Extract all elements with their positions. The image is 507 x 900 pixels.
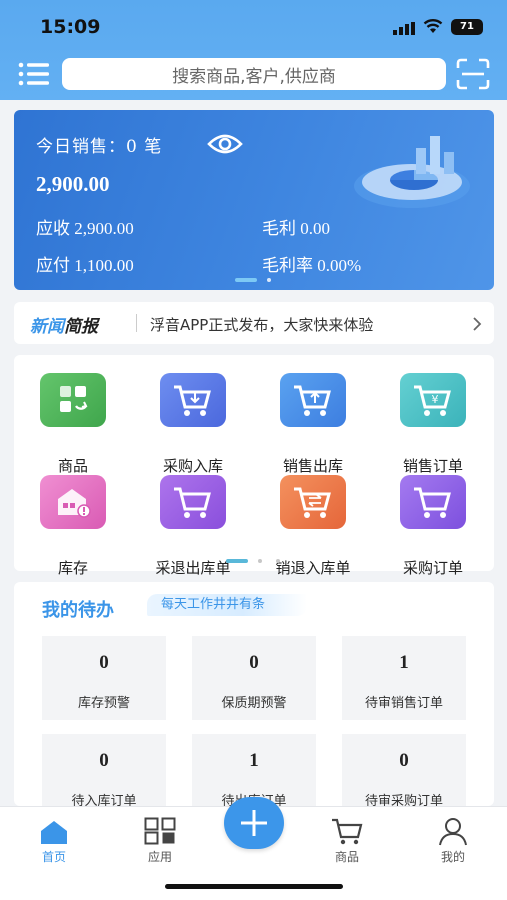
search-input[interactable]: 搜索商品,客户,供应商 — [62, 58, 446, 90]
warehouse-icon — [40, 475, 106, 529]
grid-item-purchase-in[interactable]: 采购入库 — [134, 373, 244, 475]
grid-item-sales-return[interactable]: 销退入库单 — [254, 475, 364, 577]
todo-label: 库存预警 — [77, 696, 130, 711]
grid-item-goods[interactable]: 商品 — [14, 373, 124, 475]
grid-item-label: 库存 — [57, 559, 88, 577]
todo-card-pending-sales[interactable]: 1 待审销售订单 — [342, 636, 466, 720]
feature-grid: 商品 采购入库 销售出库 ¥ 销售订单 库存 采退出库单 销退入库单 采购订单 — [14, 355, 494, 577]
todo-label: 待审销售订单 — [364, 696, 443, 711]
cart-order-icon — [400, 475, 466, 529]
grid-item-inventory[interactable]: 库存 — [14, 475, 124, 577]
todo-card-pending-purchase[interactable]: 0 待审采购订单 — [342, 734, 466, 806]
pager-dot-active — [235, 278, 257, 282]
home-indicator — [165, 884, 343, 889]
gross-profit: 毛利 0.00 — [262, 219, 330, 238]
add-button[interactable] — [224, 797, 284, 849]
menu-icon[interactable] — [18, 62, 50, 86]
header: 15:09 71 搜索商品,客户,供应商 — [0, 0, 507, 100]
cart-in-icon — [160, 373, 226, 427]
wifi-icon — [423, 19, 443, 33]
tab-home[interactable]: 首页 — [24, 815, 84, 864]
todo-label: 待入库订单 — [71, 794, 137, 806]
grid-item-sales-order[interactable]: ¥ 销售订单 — [374, 373, 484, 475]
tab-apps[interactable]: 应用 — [130, 815, 190, 864]
pager-dot — [267, 278, 271, 282]
pager-dot — [258, 559, 262, 563]
grid-item-purchase-order[interactable]: 采购订单 — [374, 475, 484, 577]
grid-item-label: 销售订单 — [402, 457, 463, 475]
todo-count: 0 — [249, 652, 259, 673]
todo-label: 待审采购订单 — [364, 794, 443, 806]
svg-text:¥: ¥ — [432, 393, 439, 406]
todo-panel: 我的待办 每天工作井井有条 0 库存预警 0 保质期预警 1 待审销售订单 0 … — [14, 582, 494, 806]
search-placeholder: 搜索商品,客户,供应商 — [172, 66, 336, 87]
grid-item-purchase-return[interactable]: 采退出库单 — [134, 475, 244, 577]
gross-margin: 毛利率 0.00% — [262, 256, 362, 275]
profile-icon — [439, 818, 467, 846]
todo-title: 我的待办 — [42, 600, 114, 621]
sales-summary-banner[interactable]: 今日销售：0 笔 2,900.00 应收 2,900.00 毛利 0.00 应付… — [14, 110, 494, 290]
todo-count: 0 — [99, 750, 109, 771]
plus-icon — [241, 810, 267, 836]
tab-label: 首页 — [41, 850, 66, 864]
pager-dot-active — [226, 559, 248, 563]
cart-return-icon — [160, 475, 226, 529]
todo-tag: 每天工作井井有条 — [147, 594, 307, 616]
today-sales-title: 今日销售：0 笔 — [36, 137, 163, 157]
todo-card-expiry-warning[interactable]: 0 保质期预警 — [192, 636, 316, 720]
tab-label: 我的 — [440, 850, 465, 864]
todo-count: 0 — [99, 652, 109, 673]
grid-pager — [226, 558, 296, 564]
chart-illustration-icon — [354, 136, 470, 208]
scan-icon[interactable] — [456, 58, 490, 90]
todo-card-stock-warning[interactable]: 0 库存预警 — [42, 636, 166, 720]
todo-card-pending-outbound[interactable]: 1 待出库订单 — [192, 734, 316, 806]
tab-label: 商品 — [334, 850, 359, 864]
news-tag-a: 新闻 — [30, 317, 64, 337]
news-tag-b: 简报 — [64, 317, 98, 337]
payable-amount: 应付 1,100.00 — [36, 256, 134, 275]
chevron-right-icon — [473, 317, 482, 331]
receivable-amount: 应收 2,900.00 — [36, 219, 134, 238]
grid-item-sales-out[interactable]: 销售出库 — [254, 373, 364, 475]
tab-label: 应用 — [147, 850, 172, 864]
status-bar: 15:09 71 — [0, 14, 507, 40]
news-text: 浮音APP正式发布，大家快来体验 — [150, 316, 374, 334]
apps-icon — [144, 817, 176, 845]
home-icon — [41, 821, 67, 844]
eye-icon[interactable] — [207, 132, 243, 156]
cart-icon — [332, 818, 363, 845]
grid-item-label: 采购订单 — [402, 559, 463, 577]
todo-card-pending-inbound[interactable]: 0 待入库订单 — [42, 734, 166, 806]
grid-item-label: 销售出库 — [282, 457, 343, 475]
divider — [136, 314, 137, 332]
tab-goods[interactable]: 商品 — [317, 815, 377, 864]
cart-exchange-icon — [280, 475, 346, 529]
tab-profile[interactable]: 我的 — [423, 815, 483, 864]
cart-out-icon — [280, 373, 346, 427]
news-ticker[interactable]: 新闻简报 浮音APP正式发布，大家快来体验 — [14, 302, 494, 344]
status-time: 15:09 — [40, 16, 101, 38]
grid-item-label: 商品 — [57, 457, 88, 475]
todo-count: 1 — [249, 750, 259, 771]
pager-dot — [276, 559, 280, 563]
todo-count: 0 — [399, 750, 409, 771]
cart-yen-icon: ¥ — [400, 373, 466, 427]
sales-total: 2,900.00 — [36, 172, 110, 196]
signal-icon — [393, 22, 415, 35]
news-tag: 新闻简报 — [30, 312, 98, 337]
battery-indicator: 71 — [451, 19, 483, 35]
todo-label: 保质期预警 — [221, 696, 287, 711]
grid-item-label: 采购入库 — [162, 457, 223, 475]
banner-pager — [235, 277, 295, 283]
goods-icon — [40, 373, 106, 427]
todo-count: 1 — [399, 652, 409, 673]
